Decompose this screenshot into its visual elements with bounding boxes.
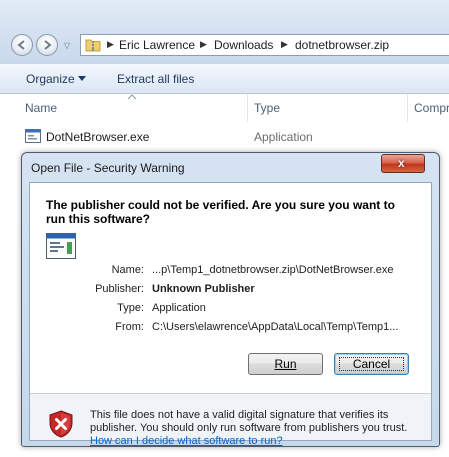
file-type: Application <box>254 130 313 144</box>
column-divider[interactable] <box>407 94 408 122</box>
address-bar[interactable]: ▶ Eric Lawrence ▶ Downloads ▶ dotnetbrow… <box>80 34 449 56</box>
breadcrumb-separator-icon[interactable]: ▶ <box>200 39 207 50</box>
back-button[interactable] <box>11 34 33 56</box>
warning-footer: This file does not have a valid digital … <box>30 394 431 447</box>
breadcrumb-separator-icon[interactable]: ▶ <box>281 39 288 50</box>
cancel-button[interactable]: Cancel <box>334 353 409 375</box>
type-value: Application <box>152 302 206 314</box>
recent-pages-dropdown-icon[interactable]: ▽ <box>64 41 70 50</box>
shield-error-icon <box>49 410 73 438</box>
chevron-down-icon[interactable] <box>78 76 86 81</box>
dialog-heading: The publisher could not be verified. Are… <box>46 198 395 226</box>
publisher-label: Publisher: <box>95 283 144 295</box>
warning-text: This file does not have a valid digital … <box>90 409 408 434</box>
zip-folder-icon <box>85 39 101 52</box>
type-label: Type: <box>117 302 144 314</box>
focus-rectangle <box>339 357 404 371</box>
explorer-titlebar: ▽ ▶ Eric Lawrence ▶ Downloads ▶ dotnetbr… <box>0 0 449 64</box>
column-name[interactable]: Name <box>25 101 57 115</box>
forward-button[interactable] <box>36 34 58 56</box>
column-divider[interactable] <box>247 94 248 122</box>
breadcrumb-eric-lawrence[interactable]: Eric Lawrence <box>119 38 195 52</box>
exe-file-icon <box>25 129 41 143</box>
column-header: Name Type Compr <box>0 94 449 122</box>
sort-ascending-icon <box>128 94 136 100</box>
close-button[interactable]: x <box>381 154 425 173</box>
breadcrumb-zip[interactable]: dotnetbrowser.zip <box>295 38 389 52</box>
breadcrumb-downloads[interactable]: Downloads <box>214 38 273 52</box>
run-button[interactable]: Run <box>248 353 323 375</box>
breadcrumb-separator-icon[interactable]: ▶ <box>107 39 114 50</box>
dialog-title: Open File - Security Warning <box>31 161 185 175</box>
column-type[interactable]: Type <box>254 101 280 115</box>
security-warning-dialog: Open File - Security Warning x The publi… <box>21 152 440 447</box>
publisher-value: Unknown Publisher <box>152 283 255 295</box>
file-name[interactable]: DotNetBrowser.exe <box>46 130 149 144</box>
name-value: ...p\Temp1_dotnetbrowser.zip\DotNetBrows… <box>152 264 394 276</box>
organize-menu[interactable]: Organize <box>26 72 75 86</box>
extract-all-button[interactable]: Extract all files <box>117 72 194 86</box>
from-value: C:\Users\elawrence\AppData\Local\Temp\Te… <box>152 321 399 333</box>
column-compressed[interactable]: Compr <box>414 101 449 115</box>
help-link[interactable]: How can I decide what software to run? <box>90 435 283 447</box>
application-icon <box>46 233 76 259</box>
arrow-right-icon <box>44 40 52 50</box>
command-bar: Organize Extract all files <box>0 64 449 94</box>
run-button-label: Run <box>274 357 297 371</box>
from-label: From: <box>115 321 144 333</box>
file-row[interactable]: DotNetBrowser.exe Application <box>20 126 449 148</box>
close-icon: x <box>398 156 405 170</box>
arrow-left-icon <box>17 40 25 50</box>
dialog-body: The publisher could not be verified. Are… <box>29 182 432 447</box>
name-label: Name: <box>111 264 144 276</box>
